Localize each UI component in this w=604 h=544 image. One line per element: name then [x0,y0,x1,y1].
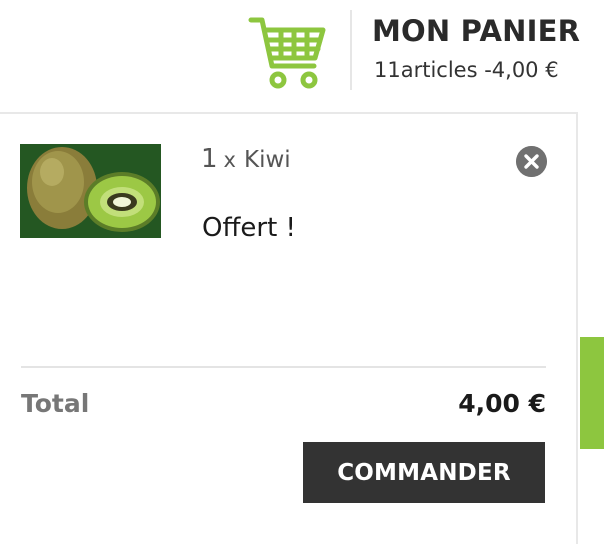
shopping-cart-icon[interactable] [248,14,328,90]
close-icon[interactable] [516,146,547,177]
item-quantity-line: 1 x Kiwi [201,144,291,174]
header-divider [350,10,352,90]
side-tab[interactable] [580,337,604,449]
total-value: 4,00 € [458,389,546,418]
kiwi-image[interactable] [20,144,161,238]
times-sign: x [223,148,236,172]
total-label: Total [21,389,90,418]
checkout-button[interactable]: COMMANDER [303,442,545,503]
item-price: Offert ! [202,213,296,243]
cart-title[interactable]: MON PANIER [372,14,580,48]
total-divider [21,366,546,368]
cart-summary[interactable]: 11articles -4,00 € [374,58,559,82]
item-name[interactable]: Kiwi [244,147,291,173]
item-quantity: 1 [201,144,218,174]
